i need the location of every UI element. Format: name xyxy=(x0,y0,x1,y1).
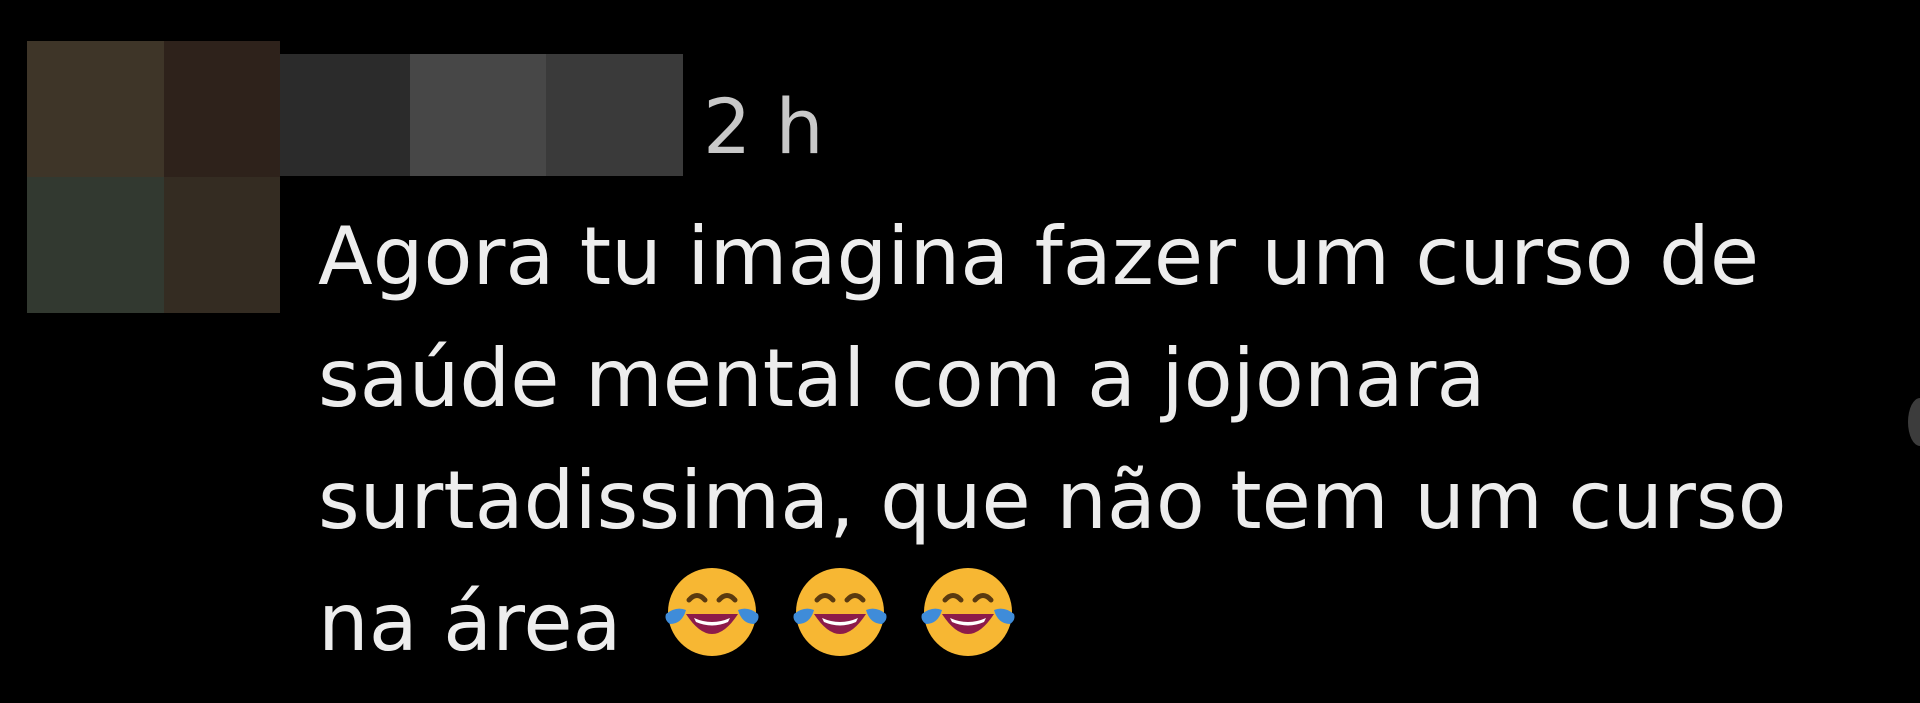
commenter-name-redacted[interactable] xyxy=(280,54,683,176)
comment: 2 h Agora tu imagina fazer um curso de s… xyxy=(0,0,1920,703)
comment-text-last-line: na área xyxy=(318,562,1878,684)
face-with-tears-of-joy-icon xyxy=(793,568,887,656)
face-with-tears-of-joy-icon xyxy=(665,568,759,656)
comment-text: Agora tu imagina fazer um curso de saúde… xyxy=(318,196,1878,684)
scroll-edge-indicator xyxy=(1908,398,1920,446)
comment-timestamp[interactable]: 2 h xyxy=(703,82,824,172)
emoji-row xyxy=(662,562,1046,662)
face-with-tears-of-joy-icon xyxy=(921,568,1015,656)
comment-text-line: saúde mental com a jojonara xyxy=(318,332,1486,425)
comment-text-line: surtadissima, que não tem um curso xyxy=(318,454,1787,547)
comment-text-line: na área xyxy=(318,576,622,669)
avatar[interactable] xyxy=(27,41,280,313)
comment-text-line: Agora tu imagina fazer um curso de xyxy=(318,210,1760,303)
